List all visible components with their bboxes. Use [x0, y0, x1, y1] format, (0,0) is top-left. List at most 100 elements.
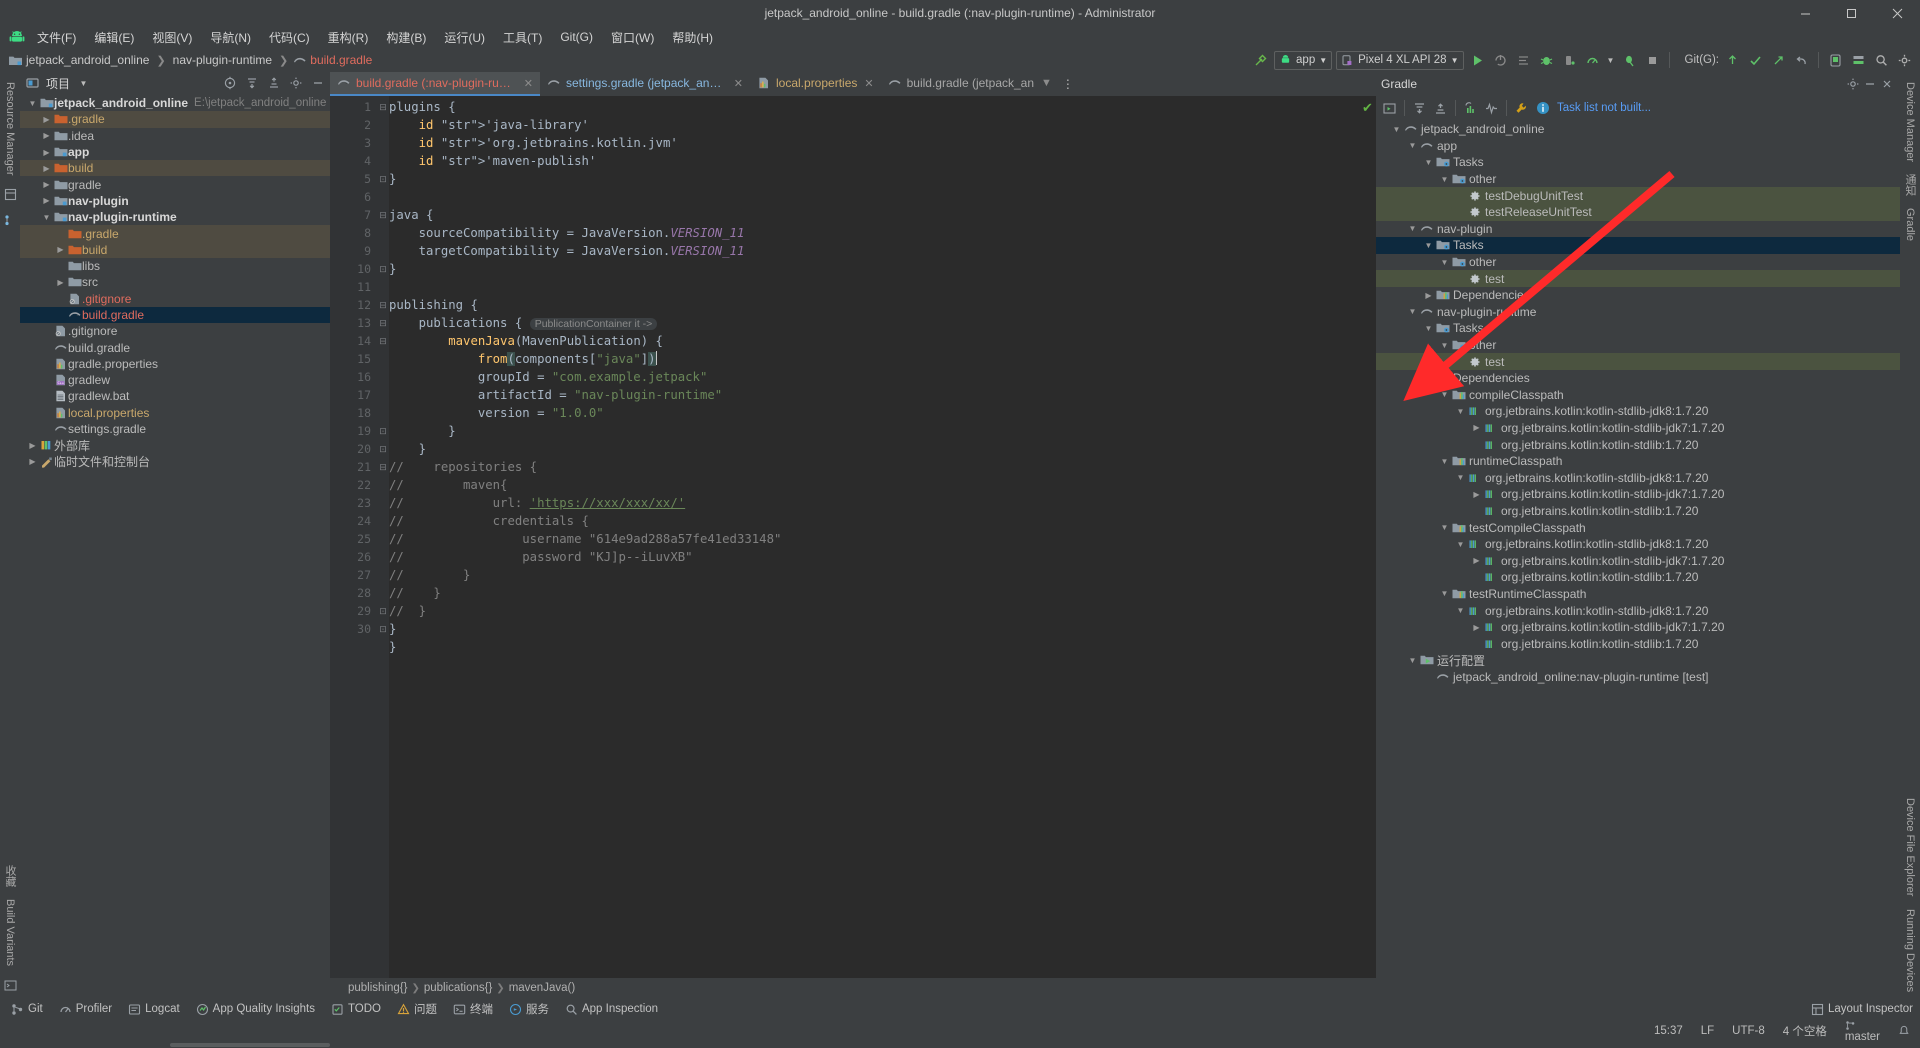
chevron-down-icon[interactable]: ▼ — [1438, 523, 1451, 532]
chevron-down-icon[interactable]: ▼ — [75, 75, 92, 92]
gradle-tree-row[interactable]: test — [1376, 270, 1900, 287]
apply-code-changes-icon[interactable] — [1514, 51, 1533, 70]
chevron-right-icon[interactable]: ▶ — [40, 196, 53, 205]
code-folding-gutter[interactable]: ⊟ ⊡ ⊟ ⊡ ⊟ ⊟ ⊟ ⊡ ⊡ ⊟ ⊡ ⊡ — [377, 96, 389, 978]
gradle-tree-row[interactable]: jetpack_android_online:nav-plugin-runtim… — [1376, 669, 1900, 686]
chevron-right-icon[interactable]: ▶ — [54, 278, 67, 287]
code-line[interactable]: } — [389, 170, 1360, 188]
chevron-down-icon[interactable]: ▼ — [1606, 51, 1616, 70]
gradle-tree-row[interactable]: ▼ org.jetbrains.kotlin:kotlin-stdlib-jdk8… — [1376, 536, 1900, 553]
avd-manager-icon[interactable] — [1826, 51, 1845, 70]
code-line[interactable]: version = "1.0.0" — [389, 404, 1360, 422]
gradle-tree-row[interactable]: org.jetbrains.kotlin:kotlin-stdlib:1.7.2… — [1376, 503, 1900, 520]
code-line[interactable]: id "str">'maven-publish' — [389, 152, 1360, 170]
project-tree-row[interactable]: libs — [20, 258, 330, 274]
chevron-right-icon[interactable]: ▶ — [26, 441, 39, 450]
gradle-task-notice[interactable]: Task list not built... — [1557, 102, 1651, 114]
project-tree-row[interactable]: ▼ jetpack_android_online E:\jetpack_androi… — [20, 95, 330, 111]
chevron-down-icon[interactable]: ▼ — [1422, 324, 1435, 333]
gradle-tree-row[interactable]: testDebugUnitTest — [1376, 187, 1900, 204]
chevron-right-icon[interactable]: ▶ — [40, 148, 53, 157]
chevron-down-icon[interactable]: ▼ — [1454, 606, 1467, 615]
menu-tools[interactable]: 工具(T) — [494, 27, 551, 48]
chevron-right-icon[interactable]: ▶ — [40, 115, 53, 124]
chevron-down-icon[interactable]: ▼ — [1438, 390, 1451, 399]
bottom-tab-terminal[interactable]: 终端 — [446, 1000, 500, 1018]
build-hammer-icon[interactable] — [1251, 51, 1270, 70]
code-line[interactable]: sourceCompatibility = JavaVersion.VERSIO… — [389, 224, 1360, 242]
profiler-icon[interactable] — [1583, 51, 1602, 70]
chevron-right-icon[interactable]: ▶ — [1470, 623, 1483, 632]
chevron-down-icon[interactable]: ▼ — [1390, 125, 1403, 134]
gradle-tree-row[interactable]: ▼ runtimeClasspath — [1376, 453, 1900, 470]
gradle-tree-row[interactable]: ▶ org.jetbrains.kotlin:kotlin-stdlib-jdk7… — [1376, 420, 1900, 437]
chevron-right-icon[interactable]: ▶ — [1422, 291, 1435, 300]
code-line[interactable]: } — [389, 422, 1360, 440]
gradle-tree-row[interactable]: ▼ nav-plugin-runtime — [1376, 304, 1900, 321]
chevron-down-icon[interactable]: ▼ — [1438, 258, 1451, 267]
panel-options-icon[interactable] — [287, 75, 304, 92]
menu-help[interactable]: 帮助(H) — [663, 27, 722, 48]
gradle-tree-row[interactable]: ▼ other — [1376, 254, 1900, 271]
project-tree-row[interactable]: local.properties — [20, 405, 330, 421]
attach-debugger-icon[interactable] — [1560, 51, 1579, 70]
status-notifications-icon[interactable] — [1894, 1024, 1914, 1038]
stop-button[interactable] — [1643, 51, 1662, 70]
structure-icon[interactable] — [1, 212, 19, 230]
source-code-text[interactable]: plugins { id "str">'java-library' id "st… — [389, 96, 1360, 978]
menu-navigate[interactable]: 导航(N) — [201, 27, 260, 48]
gradle-tree-row[interactable]: ▶ org.jetbrains.kotlin:kotlin-stdlib-jdk7… — [1376, 552, 1900, 569]
gradle-tree-row[interactable]: ▼ Tasks — [1376, 154, 1900, 171]
module-selector[interactable]: app ▼ — [1274, 50, 1333, 70]
fold-marker-icon[interactable]: ⊡ — [377, 440, 389, 458]
gradle-tree-row[interactable]: ▼ Tasks — [1376, 237, 1900, 254]
code-line[interactable] — [389, 278, 1360, 296]
hide-panel-icon[interactable] — [309, 75, 326, 92]
project-tree-row[interactable]: build.gradle — [20, 306, 330, 324]
scrollbar-thumb[interactable] — [170, 1043, 330, 1047]
gradle-tree-row[interactable]: ▼ compileClasspath — [1376, 387, 1900, 404]
settings-gear-icon[interactable] — [1895, 51, 1914, 70]
fold-marker-icon[interactable]: ⊟ — [377, 98, 389, 116]
chevron-down-icon[interactable]: ▼ — [40, 213, 53, 222]
fold-marker-icon[interactable]: ⊡ — [377, 170, 389, 188]
code-line[interactable]: id "str">'java-library' — [389, 116, 1360, 134]
gradle-tree-row[interactable]: org.jetbrains.kotlin:kotlin-stdlib:1.7.2… — [1376, 635, 1900, 652]
code-line[interactable]: // credentials { — [389, 512, 1360, 530]
code-line[interactable]: // username "614e9ad288a57fe41ed33148" — [389, 530, 1360, 548]
project-tree-row[interactable]: ▶ 临时文件和控制台 — [20, 454, 330, 470]
chevron-right-icon[interactable]: ▶ — [40, 180, 53, 189]
gradle-close-icon[interactable] — [1878, 76, 1895, 93]
bottom-tab-git[interactable]: Git — [4, 1002, 50, 1017]
tool-tab-favorites[interactable]: 收藏 — [0, 859, 20, 893]
project-tree-row[interactable]: ▶ .gradle — [20, 111, 330, 128]
terminal-strip-icon[interactable] — [1, 976, 19, 994]
code-line[interactable]: publications { PublicationContainer it -… — [389, 314, 1360, 332]
code-line[interactable]: plugins { — [389, 98, 1360, 116]
fold-marker-icon[interactable]: ⊟ — [377, 206, 389, 224]
gradle-tree-row[interactable]: ▼ other — [1376, 337, 1900, 354]
chevron-down-icon[interactable]: ▼ — [1041, 77, 1052, 89]
close-button[interactable] — [1874, 0, 1920, 26]
gradle-tree-row[interactable]: ▼ org.jetbrains.kotlin:kotlin-stdlib-jdk8… — [1376, 403, 1900, 420]
project-tree-row[interactable]: .gradle — [20, 225, 330, 242]
tool-tab-device-file-explorer[interactable]: Device File Explorer — [1902, 792, 1918, 902]
bottom-tab-logcat[interactable]: Logcat — [121, 1002, 187, 1017]
code-line[interactable]: } — [389, 620, 1360, 638]
chevron-down-icon[interactable]: ▼ — [1422, 241, 1435, 250]
project-file-tree[interactable]: ▼ jetpack_android_online E:\jetpack_androi… — [20, 94, 330, 998]
menu-edit[interactable]: 编辑(E) — [85, 27, 143, 48]
breadcrumb-module[interactable]: nav-plugin-runtime — [170, 52, 275, 68]
editor-tab-bar[interactable]: build.gradle (:nav-plugin-runtime) ✕ setti… — [330, 72, 1376, 96]
close-icon[interactable]: ✕ — [524, 77, 533, 90]
tool-tab-notifications[interactable]: 通知 — [1900, 168, 1920, 202]
tool-tab-device-manager[interactable]: Device Manager — [1902, 76, 1918, 168]
toggle-offline-icon[interactable] — [1482, 99, 1501, 118]
code-line[interactable]: id "str">'org.jetbrains.kotlin.jvm' — [389, 134, 1360, 152]
code-line[interactable]: } — [389, 638, 1360, 656]
project-tree-row[interactable]: .gitignore — [20, 323, 330, 339]
fold-marker-icon[interactable]: ⊟ — [377, 296, 389, 314]
chevron-down-icon[interactable]: ▼ — [1422, 158, 1435, 167]
editor-marker-gutter[interactable]: ✔ — [1360, 96, 1376, 978]
gradle-tree-row[interactable]: test — [1376, 353, 1900, 370]
